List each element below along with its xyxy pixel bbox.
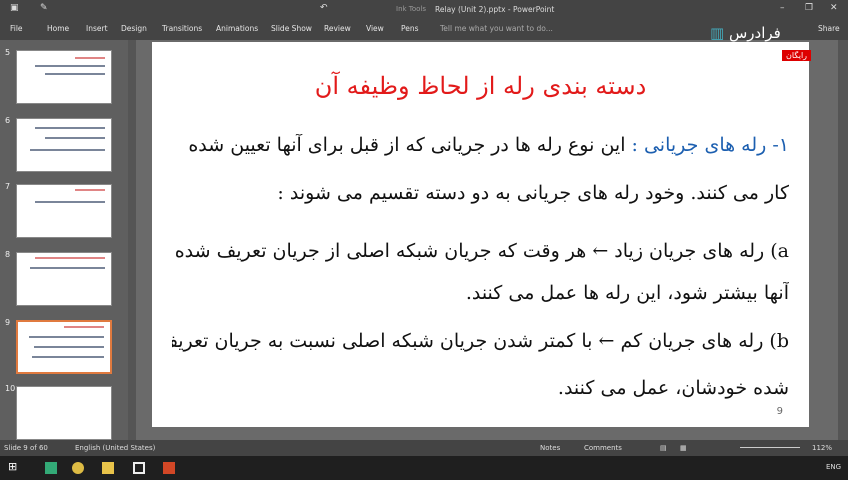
thumbnail-5[interactable] (16, 50, 112, 104)
quick-access-toolbar: ▣ ✎ ↶ Ink Tools Relay (Unit 2).pptx - Po… (0, 0, 848, 19)
zoom-level[interactable]: 112% (812, 444, 832, 452)
tab-home[interactable]: Home (47, 24, 69, 33)
tab-file[interactable]: File (10, 24, 23, 33)
undo-icon[interactable]: ↶ (320, 3, 328, 13)
thumb-number: 5 (5, 48, 11, 57)
slide-heading: ۱- رله های جریانی : (631, 134, 789, 156)
tab-transitions[interactable]: Transitions (162, 24, 202, 33)
tab-pens[interactable]: Pens (401, 24, 419, 33)
save-icon[interactable]: ▣ (10, 3, 19, 13)
thumbnail-10[interactable] (16, 386, 112, 440)
thumb-number: 6 (5, 116, 11, 125)
thumbnail-scrollbar[interactable] (128, 40, 136, 440)
minimize-button[interactable]: – (780, 3, 785, 13)
app-icon[interactable] (45, 462, 57, 474)
sorter-view-icon[interactable]: ▦ (680, 444, 687, 452)
thumbnail-9-selected[interactable] (16, 320, 112, 374)
tab-animations[interactable]: Animations (216, 24, 258, 33)
camtasia-icon[interactable] (133, 462, 145, 474)
tab-insert[interactable]: Insert (86, 24, 108, 33)
zoom-slider[interactable] (740, 447, 800, 448)
tab-review[interactable]: Review (324, 24, 351, 33)
slide-number: 9 (776, 406, 783, 417)
thumb-number: 8 (5, 250, 11, 259)
thumb-number: 10 (5, 384, 16, 393)
free-badge: رایگان (782, 50, 812, 61)
tab-view[interactable]: View (366, 24, 384, 33)
thumb-number: 9 (5, 318, 11, 327)
language-indicator[interactable]: English (United States) (75, 444, 155, 452)
file-explorer-icon[interactable] (102, 462, 114, 474)
window-title: Relay (Unit 2).pptx - PowerPoint (435, 5, 555, 14)
slide-line: این نوع رله ها در جریانی که از قبل برای … (188, 134, 626, 156)
slide-thumbnails: 5 6 7 8 9 10 (0, 40, 128, 440)
book-icon: ▥ (710, 24, 725, 42)
notes-button[interactable]: Notes (540, 444, 560, 452)
slide-line: b) رله های جریان کم ← با کمتر شدن جریان … (172, 330, 789, 352)
status-bar: Slide 9 of 60 English (United States) No… (0, 440, 848, 456)
faradars-logo: فرادرس ▥ (710, 24, 781, 42)
slide-line: شده خودشان، عمل می کنند. (557, 377, 789, 399)
chrome-icon[interactable] (72, 462, 84, 474)
thumb-number: 7 (5, 182, 11, 191)
tab-slideshow[interactable]: Slide Show (271, 24, 312, 33)
pen-icon[interactable]: ✎ (40, 3, 48, 13)
context-label: Ink Tools (396, 5, 427, 13)
normal-view-icon[interactable]: ▤ (660, 444, 667, 452)
thumbnail-8[interactable] (16, 252, 112, 306)
slide-counter: Slide 9 of 60 (4, 444, 48, 452)
tell-me-search[interactable]: Tell me what you want to do... (440, 24, 553, 33)
thumbnail-6[interactable] (16, 118, 112, 172)
slide-line: a) رله های جریان زیاد ← هر وقت که جریان … (174, 240, 789, 262)
slide-line: آنها بیشتر شود، این رله ها عمل می کنند. (465, 282, 789, 304)
comments-button[interactable]: Comments (584, 444, 622, 452)
slide-title: دسته بندی رله از لحاظ وظیفه آن (314, 72, 647, 100)
windows-start-icon[interactable]: ⊞ (8, 460, 20, 473)
tab-design[interactable]: Design (121, 24, 147, 33)
close-button[interactable]: ✕ (830, 3, 838, 13)
restore-button[interactable]: ❐ (805, 3, 813, 13)
language-tray[interactable]: ENG (826, 463, 841, 471)
slide-line: کار می کنند. وخود رله های جریانی به دو د… (277, 182, 789, 204)
taskbar: ⊞ ENG (0, 456, 848, 480)
slide-canvas[interactable]: دسته بندی رله از لحاظ وظیفه آن ۱- رله ها… (152, 42, 809, 427)
slide-scrollbar[interactable] (838, 40, 848, 440)
powerpoint-icon[interactable] (163, 462, 175, 474)
share-button[interactable]: Share (818, 24, 840, 33)
thumbnail-7[interactable] (16, 184, 112, 238)
